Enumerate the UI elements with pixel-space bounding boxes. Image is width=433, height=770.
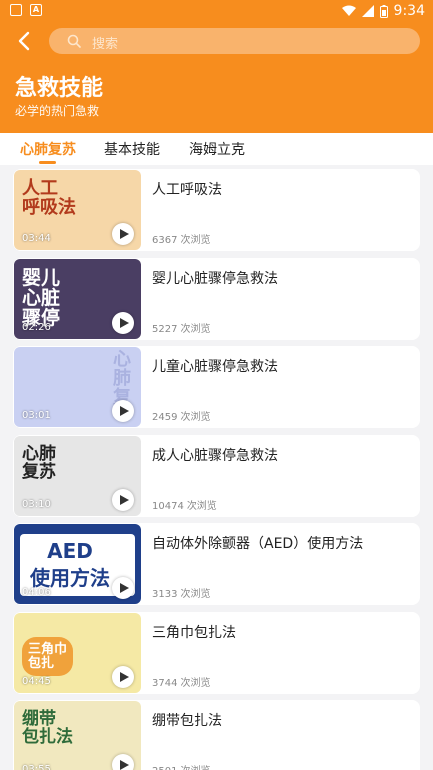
view-count-label: 次浏览 [180, 412, 211, 423]
play-icon[interactable] [112, 577, 134, 599]
play-icon[interactable] [112, 754, 134, 770]
play-icon[interactable] [112, 489, 134, 511]
view-count-label: 次浏览 [186, 501, 217, 512]
thumb-caption: 绷带 包扎法 [22, 709, 73, 747]
view-count-number: 6367 [152, 235, 178, 246]
view-count: 3133 次浏览 [152, 585, 210, 600]
video-thumbnail: 绷带 包扎法 03:55 [14, 701, 141, 770]
view-count-number: 2501 [152, 766, 177, 770]
video-title: 婴儿心脏骤停急救法 [152, 271, 278, 287]
back-arrow-icon[interactable] [14, 30, 36, 52]
video-thumbnail: 心肺 复苏 03:10 [14, 436, 141, 516]
video-title: 三角巾包扎法 [152, 625, 236, 641]
video-card[interactable]: 心 肺 复 03:01 儿童心脏骤停急救法 2459 次浏览 [13, 346, 420, 428]
video-title: 儿童心脏骤停急救法 [152, 359, 278, 375]
signal-icon [361, 5, 374, 17]
video-thumbnail: 三角巾 包扎 04:45 [14, 613, 141, 693]
play-icon[interactable] [112, 400, 134, 422]
app-notification-icon: A [30, 4, 42, 16]
wifi-icon [341, 5, 356, 16]
battery-icon [379, 4, 388, 18]
video-card[interactable]: 婴儿 心脏 骤停 02:26 婴儿心脏骤停急救法 5227 次浏览 [13, 258, 420, 340]
video-duration: 04:45 [22, 676, 51, 687]
thumb-caption: AED 使用方法 [30, 539, 110, 590]
status-time: 9:34 [393, 3, 425, 19]
thumb-caption: 人工 呼吸法 [22, 178, 76, 218]
play-icon[interactable] [112, 666, 134, 688]
tab-cpr[interactable]: 心肺复苏 [20, 139, 76, 159]
video-title: 自动体外除颤器（AED）使用方法 [152, 536, 364, 552]
video-duration: 03:55 [22, 764, 51, 770]
view-count-label: 次浏览 [180, 324, 211, 335]
page-title: 急救技能 [15, 76, 104, 101]
app-header: A 9:34 搜索 急救技能 必学的热门急救 [0, 0, 433, 133]
video-duration: 03:44 [22, 233, 51, 244]
video-duration: 04:06 [22, 587, 51, 598]
video-card[interactable]: 三角巾 包扎 04:45 三角巾包扎法 3744 次浏览 [13, 612, 420, 694]
page-subtitle: 必学的热门急救 [15, 104, 100, 118]
view-count: 2501次浏览 [152, 762, 210, 770]
view-count-label: 次浏览 [180, 678, 211, 689]
view-count-label: 次浏览 [180, 235, 211, 246]
view-count-number: 10474 [152, 501, 184, 512]
video-card[interactable]: 绷带 包扎法 03:55 绷带包扎法 2501次浏览 [13, 700, 420, 770]
search-icon [67, 34, 81, 48]
video-duration: 03:10 [22, 499, 51, 510]
view-count-number: 2459 [152, 412, 178, 423]
thumb-caption: 婴儿 心脏 骤停 [22, 267, 61, 329]
search-placeholder: 搜索 [92, 37, 119, 52]
view-count: 2459 次浏览 [152, 408, 210, 423]
view-count: 3744 次浏览 [152, 674, 210, 689]
video-thumbnail: 婴儿 心脏 骤停 02:26 [14, 259, 141, 339]
view-count: 10474 次浏览 [152, 497, 217, 512]
view-count-number: 5227 [152, 324, 178, 335]
category-tabs: 心肺复苏 基本技能 海姆立克 [0, 133, 433, 165]
tab-heimlich[interactable]: 海姆立克 [189, 139, 245, 159]
video-title: 绷带包扎法 [152, 713, 222, 729]
active-tab-indicator [39, 161, 56, 164]
video-title: 人工呼吸法 [152, 182, 222, 198]
video-duration: 02:26 [22, 322, 51, 333]
notification-icon [10, 4, 22, 16]
tab-basic-skills[interactable]: 基本技能 [104, 139, 160, 159]
status-bar: A 9:34 [0, 0, 433, 24]
thumb-caption: 心肺 复苏 [22, 444, 56, 482]
search-input[interactable]: 搜索 [49, 28, 420, 54]
video-duration: 03:01 [22, 410, 51, 421]
video-thumbnail: 心 肺 复 03:01 [14, 347, 141, 427]
video-card[interactable]: 人工 呼吸法 03:44 人工呼吸法 6367 次浏览 [13, 169, 420, 251]
play-icon[interactable] [112, 223, 134, 245]
thumb-caption: 三角巾 包扎 [22, 637, 74, 677]
video-card[interactable]: 心肺 复苏 03:10 成人心脏骤停急救法 10474 次浏览 [13, 435, 420, 517]
view-count-number: 3133 [152, 589, 178, 600]
view-count-number: 3744 [152, 678, 178, 689]
video-thumbnail: AED 使用方法 04:06 [14, 524, 141, 604]
video-card[interactable]: AED 使用方法 04:06 自动体外除颤器（AED）使用方法 3133 次浏览 [13, 523, 420, 605]
view-count-label: 次浏览 [180, 766, 210, 770]
view-count-label: 次浏览 [180, 589, 211, 600]
view-count: 6367 次浏览 [152, 231, 210, 246]
view-count: 5227 次浏览 [152, 320, 210, 335]
play-icon[interactable] [112, 312, 134, 334]
video-title: 成人心脏骤停急救法 [152, 448, 278, 464]
video-thumbnail: 人工 呼吸法 03:44 [14, 170, 141, 250]
